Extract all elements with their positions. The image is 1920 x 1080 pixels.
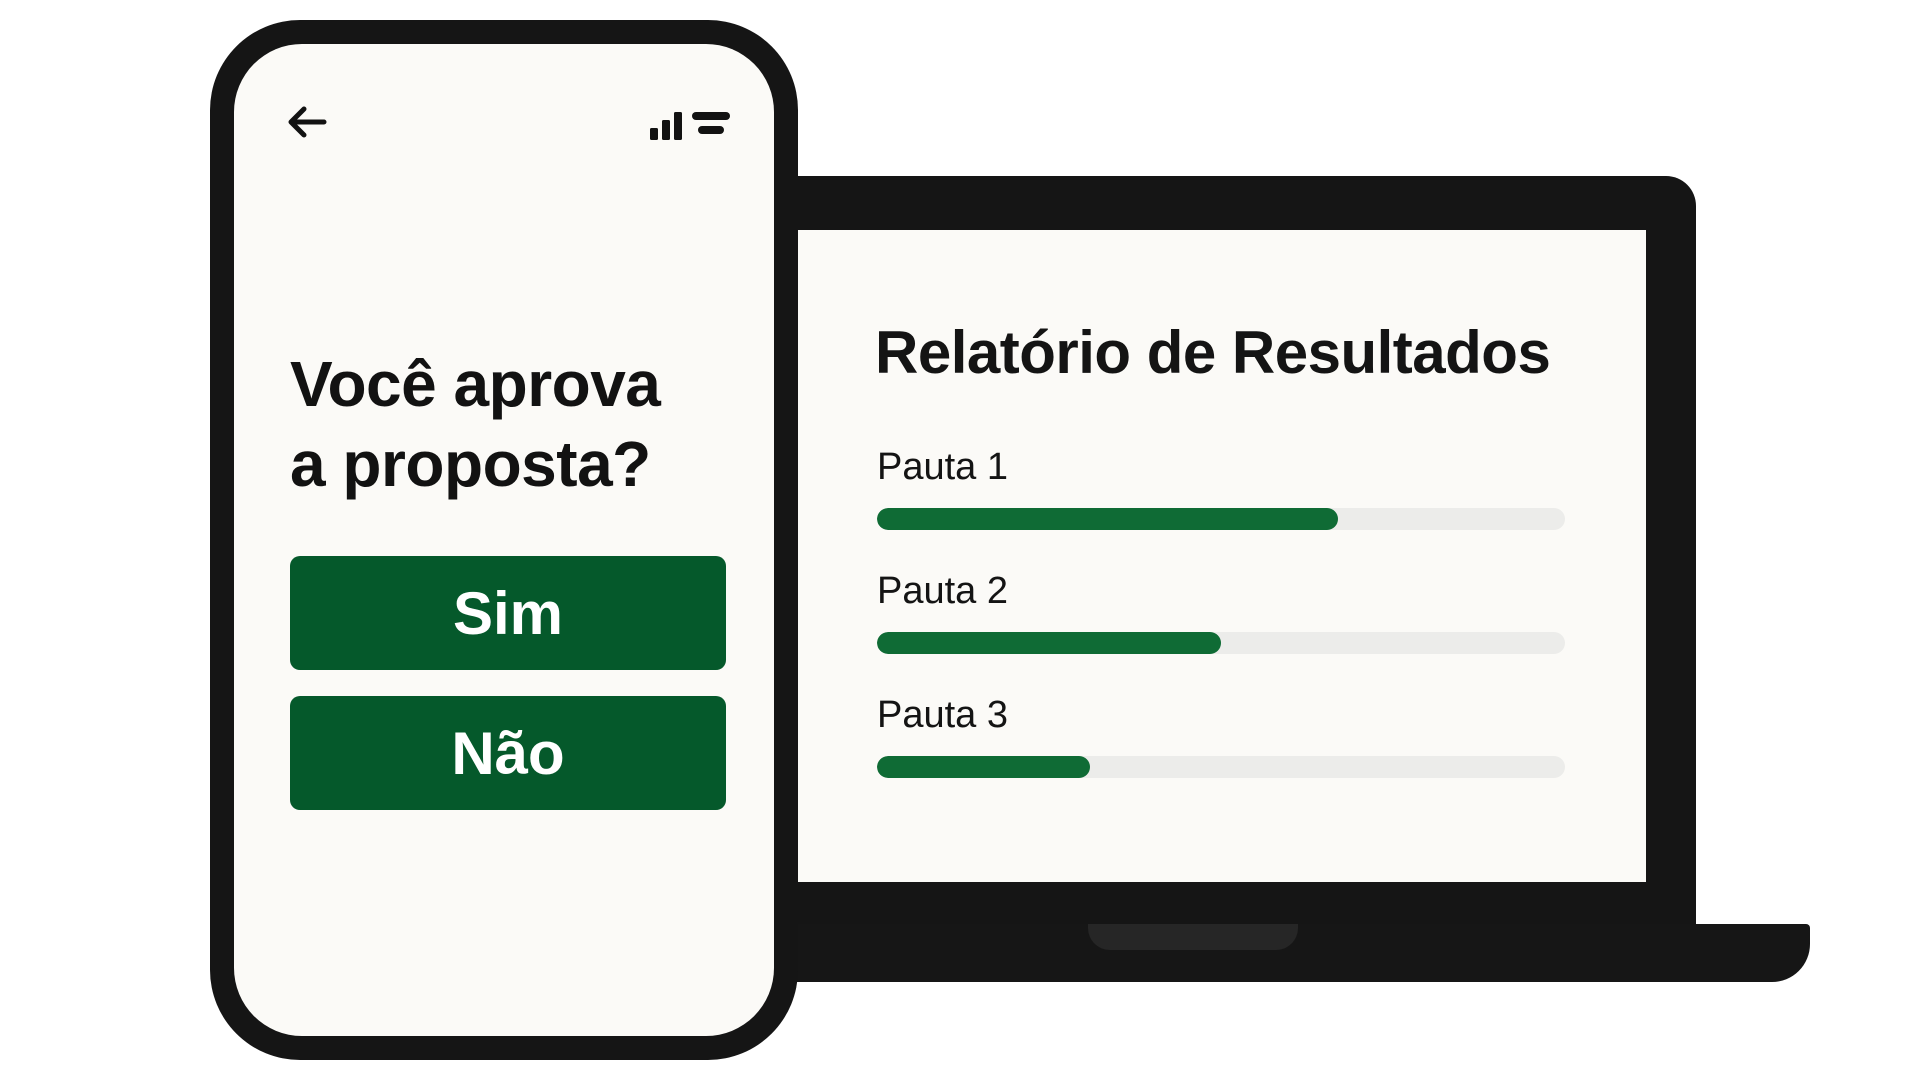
vote-question: Você aprova a proposta? [290, 344, 661, 504]
result-bar-fill-pauta-3 [877, 756, 1091, 778]
menu-lines-icon[interactable] [692, 110, 730, 138]
result-bar-track-pauta-3 [877, 756, 1565, 778]
laptop-hinge-notch [1088, 924, 1298, 950]
result-label-pauta-2: Pauta 2 [877, 570, 1008, 612]
result-label-pauta-3: Pauta 3 [877, 694, 1008, 736]
result-bar-track-pauta-1 [877, 508, 1565, 530]
vote-yes-button[interactable]: Sim [290, 556, 726, 670]
phone-screen [234, 44, 774, 1036]
report-title: Relatório de Resultados [875, 319, 1551, 386]
result-bar-fill-pauta-2 [877, 632, 1221, 654]
signal-bars-icon [650, 112, 682, 140]
vote-question-line-2: a proposta? [290, 428, 651, 500]
vote-question-line-1: Você aprova [290, 348, 661, 420]
result-bar-fill-pauta-1 [877, 508, 1338, 530]
arrow-left-icon[interactable] [284, 104, 328, 140]
devices-illustration: Relatório de Resultados Pauta 1 Pauta 2 … [0, 0, 1920, 1080]
result-label-pauta-1: Pauta 1 [877, 446, 1008, 488]
vote-no-button[interactable]: Não [290, 696, 726, 810]
result-bar-track-pauta-2 [877, 632, 1565, 654]
